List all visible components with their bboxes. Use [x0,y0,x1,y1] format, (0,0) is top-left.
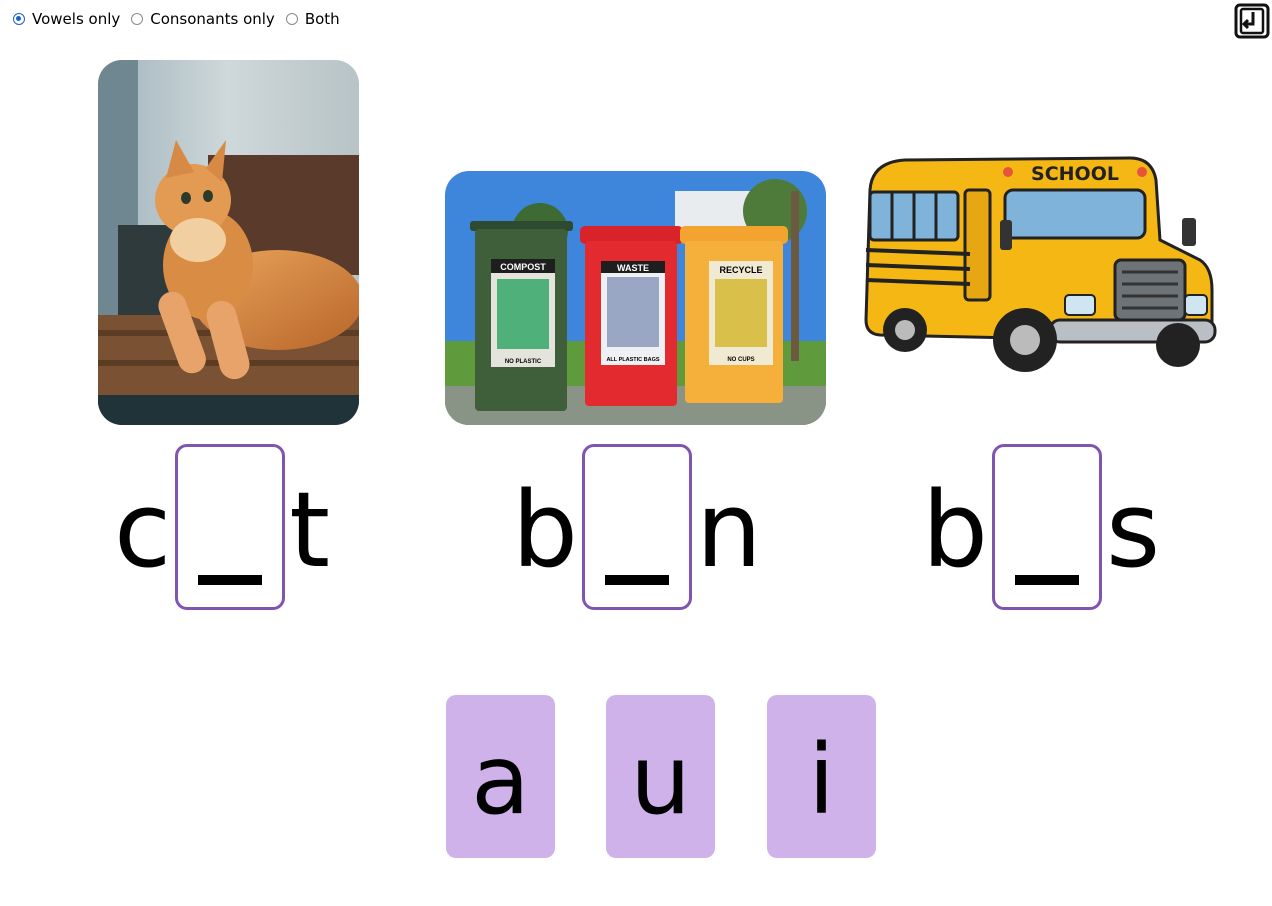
tile-letter: u [630,723,691,836]
mode-option-vowels[interactable]: Vowels only [13,10,120,28]
word-letter: b [922,469,989,591]
word-letter: c [114,469,172,591]
mode-label-vowels: Vowels only [32,10,121,28]
mode-label-consonants: Consonants only [150,10,275,28]
blank-underline [1015,575,1080,585]
letter-drop-slot[interactable] [992,444,1103,610]
export-button[interactable] [1234,3,1270,39]
word-bin: b n [512,441,762,613]
compost-label: COMPOST [500,262,546,272]
radio-vowels-only[interactable] [13,13,25,25]
word-letter: n [696,469,762,591]
word-letter: s [1106,469,1161,591]
waste-sublabel: ALL PLASTIC BAGS [606,357,659,363]
blank-underline [605,575,670,585]
blank-underline [198,575,263,585]
radio-both[interactable] [285,13,298,25]
letter-mode-options: Vowels only Consonants only Both [13,10,351,28]
word-cat: c t [114,441,330,613]
tile-letter: a [471,723,530,836]
radio-consonants-only[interactable] [131,13,144,25]
compost-sublabel: NO PLASTIC [505,359,542,365]
letter-drop-slot[interactable] [175,444,286,610]
recycle-label: RECYCLE [719,265,762,275]
mode-option-both[interactable]: Both [285,10,340,28]
word-letter: t [289,469,330,591]
tile-letter: i [808,723,835,836]
letter-drop-slot[interactable] [582,444,693,610]
school-bus-picture: SCHOOL [860,150,1220,385]
waste-label: WASTE [617,263,649,273]
recycle-sublabel: NO CUPS [727,357,754,363]
export-icon [1234,3,1270,39]
letter-tile-i[interactable]: i [767,695,876,858]
letter-tile-u[interactable]: u [606,695,715,858]
mode-label-both: Both [304,10,340,28]
word-bus: b s [922,441,1160,613]
mode-option-consonants[interactable]: Consonants only [131,10,275,28]
bus-label: SCHOOL [1031,163,1119,185]
phonics-activity: Vowels only Consonants only Both COMPOST… [0,0,1272,906]
word-letter: b [512,469,579,591]
bins-picture: COMPOST NO PLASTIC WASTE ALL PLASTIC BAG… [445,171,826,425]
cat-picture [98,60,359,425]
letter-tile-a[interactable]: a [446,695,555,858]
